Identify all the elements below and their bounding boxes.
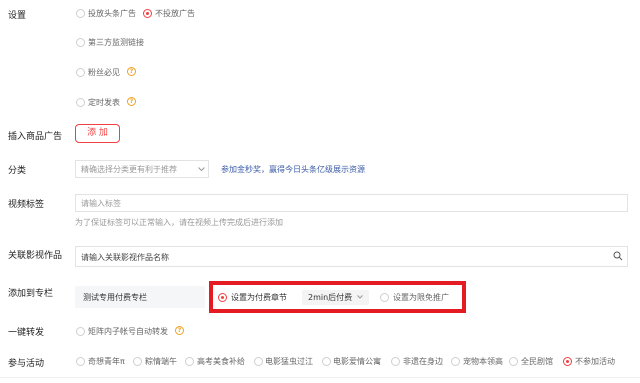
fans-only-checkbox[interactable] (76, 68, 85, 77)
scheduled-checkbox[interactable] (76, 98, 85, 107)
activity-option-none[interactable]: 不参加活动 (575, 356, 615, 367)
activity-radio[interactable] (76, 357, 85, 366)
fans-only-label[interactable]: 粉丝必见 (88, 67, 120, 78)
related-work-label: 关联影视作品 (8, 251, 63, 261)
chevron-down-icon (198, 167, 205, 172)
activity-option[interactable]: 电影爱情公寓 (333, 356, 381, 367)
activity-option[interactable]: 奇想青年π (88, 356, 125, 367)
activity-option[interactable]: 全民剧馆 (521, 356, 553, 367)
video-tags-placeholder: 请输入标签 (81, 199, 121, 208)
bottom-divider (0, 377, 640, 378)
activity-option[interactable]: 非遗在身边 (403, 356, 443, 367)
activity-radio-none[interactable] (563, 357, 572, 366)
column-name: 测试专用付费专栏 (83, 293, 147, 302)
activity-radio[interactable] (254, 357, 263, 366)
add-ad-button[interactable]: 添 加 (75, 124, 120, 143)
related-work-placeholder: 请输入关联影视作品名称 (81, 253, 169, 262)
activity-radio[interactable] (185, 357, 194, 366)
help-icon[interactable]: ? (127, 67, 136, 76)
video-tags-hint: 为了保证标签可以正常输入，请在视频上传完成后进行添加 (75, 218, 283, 227)
activity-radio[interactable] (322, 357, 331, 366)
ad-option-1-radio[interactable] (76, 9, 85, 18)
ad-option-2-label[interactable]: 不投放广告 (155, 8, 195, 19)
ad-option-1-label[interactable]: 投放头条广告 (88, 8, 136, 19)
activity-radio[interactable] (509, 357, 518, 366)
insert-ad-label: 插入商品广告 (8, 132, 63, 142)
activity-label: 参与活动 (8, 359, 45, 369)
video-tags-label: 视频标签 (8, 200, 45, 210)
settings-label: 设置 (8, 11, 27, 21)
activity-option[interactable]: 高考美食补给 (197, 356, 245, 367)
activity-option[interactable]: 粽情端午 (145, 356, 177, 367)
promo-link[interactable]: 参加金秒奖，赢得今日头条亿级展示资源 (221, 164, 365, 175)
help-icon[interactable]: ? (175, 326, 184, 335)
activity-option[interactable]: 宠物本领高 (463, 356, 503, 367)
activity-radio[interactable] (391, 357, 400, 366)
search-icon[interactable] (613, 251, 623, 261)
help-icon[interactable]: ? (127, 97, 136, 106)
repost-checkbox[interactable] (76, 327, 85, 336)
scheduled-label[interactable]: 定时发表 (88, 97, 120, 108)
repost-label: 一键转发 (8, 328, 45, 338)
category-placeholder: 精确选择分类更有利于推荐 (81, 165, 177, 174)
ad-option-2-radio[interactable] (143, 9, 152, 18)
third-party-checkbox[interactable] (76, 38, 85, 47)
repost-option[interactable]: 矩阵内子帐号自动转发 (88, 326, 168, 337)
activity-radio[interactable] (451, 357, 460, 366)
column-label: 添加到专栏 (8, 289, 54, 299)
category-label: 分类 (8, 166, 27, 176)
highlight-box (209, 281, 466, 313)
activity-radio[interactable] (133, 357, 142, 366)
third-party-label[interactable]: 第三方监测链接 (88, 37, 144, 48)
video-tags-input[interactable] (75, 194, 628, 212)
activity-option[interactable]: 电影猛虫过江 (265, 356, 313, 367)
